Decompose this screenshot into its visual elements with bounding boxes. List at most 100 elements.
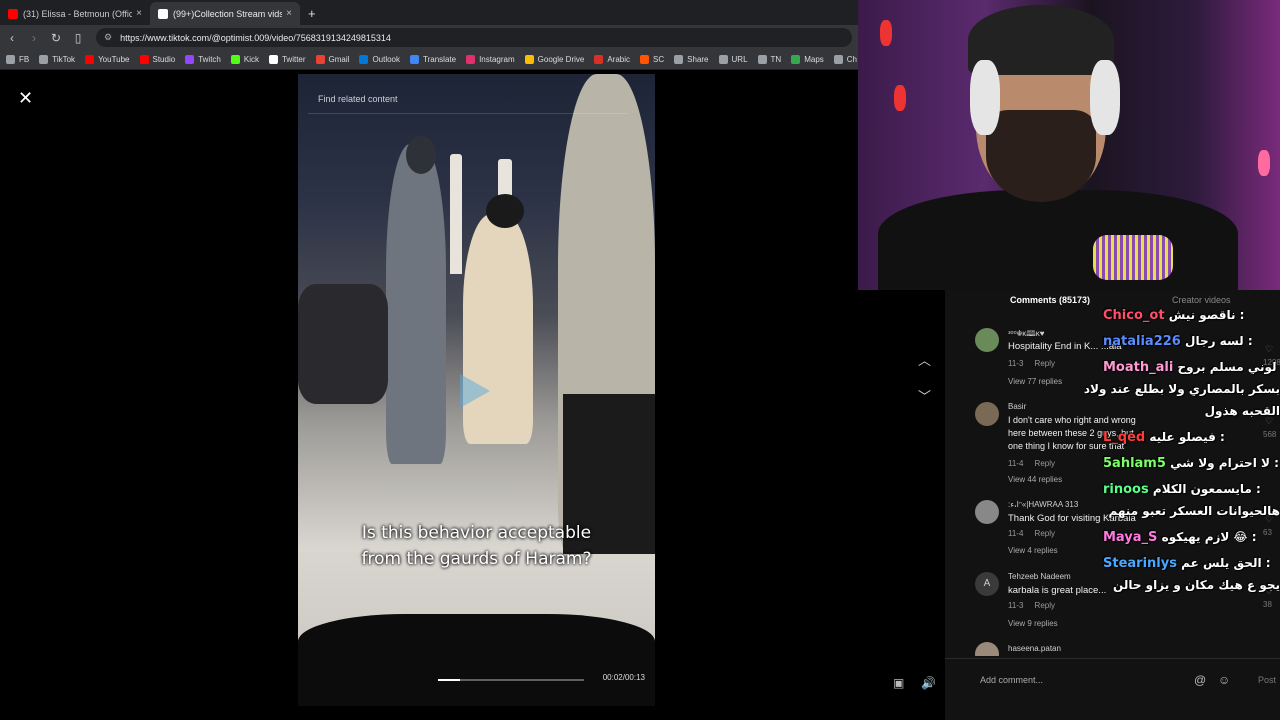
tab-tiktok[interactable]: (99+)Collection Stream vids cre × (150, 2, 300, 25)
comment-author[interactable]: :ا،ءᵔ«|HAWRAA 313 (1008, 500, 1078, 509)
bookmark-item[interactable]: Share (674, 55, 709, 64)
avatar[interactable] (975, 328, 999, 352)
bookmark-item[interactable]: TikTok (39, 55, 75, 64)
video-player[interactable]: Find related content Is this behavior ac… (298, 74, 655, 706)
reply-link[interactable]: Reply (1035, 601, 1055, 610)
bookmark-favicon-icon (315, 55, 325, 64)
comment-date: 11-3 (1008, 359, 1024, 368)
bookmark-icon[interactable]: ▯ (68, 31, 88, 45)
crowd-shape (298, 284, 388, 404)
reply-link[interactable]: Reply (1035, 359, 1055, 368)
reply-link[interactable]: Reply (1035, 529, 1055, 538)
bookmark-item[interactable]: Twitter (268, 55, 306, 64)
close-icon[interactable]: ✕ (18, 88, 33, 109)
caption-line: from the gaurds of Haram? (361, 549, 592, 569)
bookmark-item[interactable]: Outlook (359, 55, 400, 64)
bookmarks-bar: FB TikTok YouTube Studio Twitch Kick Twitter Gm… (0, 50, 858, 70)
bookmark-label: Maps (804, 55, 824, 64)
chat-username[interactable]: Chico_ot (1103, 308, 1165, 323)
comment-author[interactable]: Tehzeeb Nadeem (1008, 572, 1071, 581)
comment-item: haseena.patan (975, 642, 1235, 656)
view-replies-link[interactable]: View 9 replies (1008, 619, 1058, 628)
play-icon[interactable] (460, 374, 490, 408)
mention-icon[interactable]: @ (1194, 673, 1206, 687)
volume-icon[interactable]: 🔊 (921, 676, 936, 690)
streamer-beard (986, 110, 1096, 202)
url-text: https://www.tiktok.com/@optimist.009/vid… (120, 32, 391, 43)
forward-icon[interactable]: › (24, 31, 44, 45)
browser-toolbar: ‹ › ↻ ▯ ⚙ https://www.tiktok.com/@optimi… (0, 25, 858, 50)
bookmark-item[interactable]: Twitch (185, 55, 221, 64)
avatar[interactable]: A (975, 572, 999, 596)
bookmark-item[interactable]: Google Drive (524, 55, 584, 64)
screen: { "browser": { "tabs": [ {"title": "(31)… (0, 0, 1280, 720)
add-comment-input[interactable]: Add comment... (980, 675, 1043, 685)
chat-username[interactable]: Maya_S (1103, 530, 1157, 545)
emoji-icon[interactable]: ☺ (1218, 673, 1230, 687)
bookmark-label: TN (770, 55, 782, 64)
tab-title: (99+)Collection Stream vids cre (173, 8, 283, 19)
close-tab-icon[interactable]: × (286, 8, 292, 19)
bookmark-item[interactable]: Arabic (594, 55, 630, 64)
chat-message: يجو ع هيك مكان و يزاو حالن (1098, 578, 1280, 592)
close-tab-icon[interactable]: × (136, 8, 142, 19)
avatar[interactable] (975, 642, 999, 656)
comment-meta: 11-4 Reply (1008, 459, 1055, 468)
find-related-search[interactable]: Find related content (308, 84, 628, 114)
comment-author[interactable]: Basir (1008, 402, 1026, 411)
comments-header[interactable]: Comments (85173) (1010, 295, 1090, 305)
new-tab-button[interactable]: + (300, 2, 324, 25)
bookmark-item[interactable]: Maps (791, 55, 824, 64)
woman-figure (463, 214, 533, 444)
chat-username[interactable]: L_qed (1103, 430, 1145, 445)
tab-elissa[interactable]: (31) Elissa - Betmoun (Official Clip) / … (0, 2, 150, 25)
red-light-shape (880, 20, 892, 46)
view-replies-link[interactable]: View 77 replies (1008, 377, 1062, 386)
bookmark-favicon-icon (674, 55, 684, 64)
post-button[interactable]: Post (1258, 675, 1276, 685)
chat-text: يجو ع هيك مكان و يزاو حالن (1113, 578, 1280, 592)
bookmark-label: Translate (423, 55, 457, 64)
comment-author[interactable]: haseena.patan (1008, 644, 1061, 653)
woman-head (486, 194, 524, 228)
tab-title: (31) Elissa - Betmoun (Official Clip) / (23, 8, 133, 19)
floating-player-icon[interactable]: ▣ (893, 676, 904, 690)
avatar[interactable] (975, 500, 999, 524)
bookmark-item[interactable]: TN (757, 55, 782, 64)
reply-link[interactable]: Reply (1035, 459, 1055, 468)
chat-username[interactable]: 5ahlam5 (1103, 456, 1166, 471)
avatar[interactable] (975, 402, 999, 426)
bookmark-item[interactable]: Gmail (315, 55, 349, 64)
bookmark-item[interactable]: URL (718, 55, 748, 64)
reload-icon[interactable]: ↻ (46, 31, 66, 45)
video-progress-bar[interactable] (438, 679, 584, 681)
bookmark-item[interactable]: Instagram (466, 55, 515, 64)
bookmark-item[interactable]: FB (6, 55, 29, 64)
tiktok-video-page: ✕ Find related content Is this behavior … (0, 70, 936, 720)
chat-username[interactable]: natalia226 (1103, 334, 1181, 349)
previous-video-icon[interactable]: ︿ (918, 350, 931, 369)
bookmark-label: Kick (243, 55, 259, 64)
bookmark-item[interactable]: YouTube (85, 55, 130, 64)
chat-username[interactable]: Moath_ali (1103, 360, 1173, 375)
view-replies-link[interactable]: View 4 replies (1008, 546, 1058, 555)
streamer-shirt (878, 190, 1238, 290)
bookmark-label: Studio (152, 55, 176, 64)
next-video-icon[interactable]: ﹀ (918, 386, 931, 405)
bookmark-item[interactable]: SC (640, 55, 664, 64)
back-icon[interactable]: ‹ (2, 31, 22, 45)
bookmark-item[interactable]: Studio (139, 55, 176, 64)
bookmark-favicon-icon (640, 55, 650, 64)
bookmark-item[interactable]: Ch (833, 55, 857, 64)
chat-username[interactable]: rinoos (1103, 482, 1149, 497)
chat-username[interactable]: Stearinlys (1103, 556, 1177, 571)
address-bar[interactable]: ⚙ https://www.tiktok.com/@optimist.009/v… (96, 28, 852, 47)
bookmark-item[interactable]: Translate (410, 55, 456, 64)
comment-date: 11-4 (1008, 529, 1024, 538)
view-replies-link[interactable]: View 44 replies (1008, 475, 1062, 484)
bookmark-label: SC (653, 55, 665, 64)
foreground-shape (298, 614, 655, 706)
site-info-icon[interactable]: ⚙ (104, 32, 112, 43)
bookmark-item[interactable]: Kick (230, 55, 259, 64)
bookmark-favicon-icon (791, 55, 801, 64)
